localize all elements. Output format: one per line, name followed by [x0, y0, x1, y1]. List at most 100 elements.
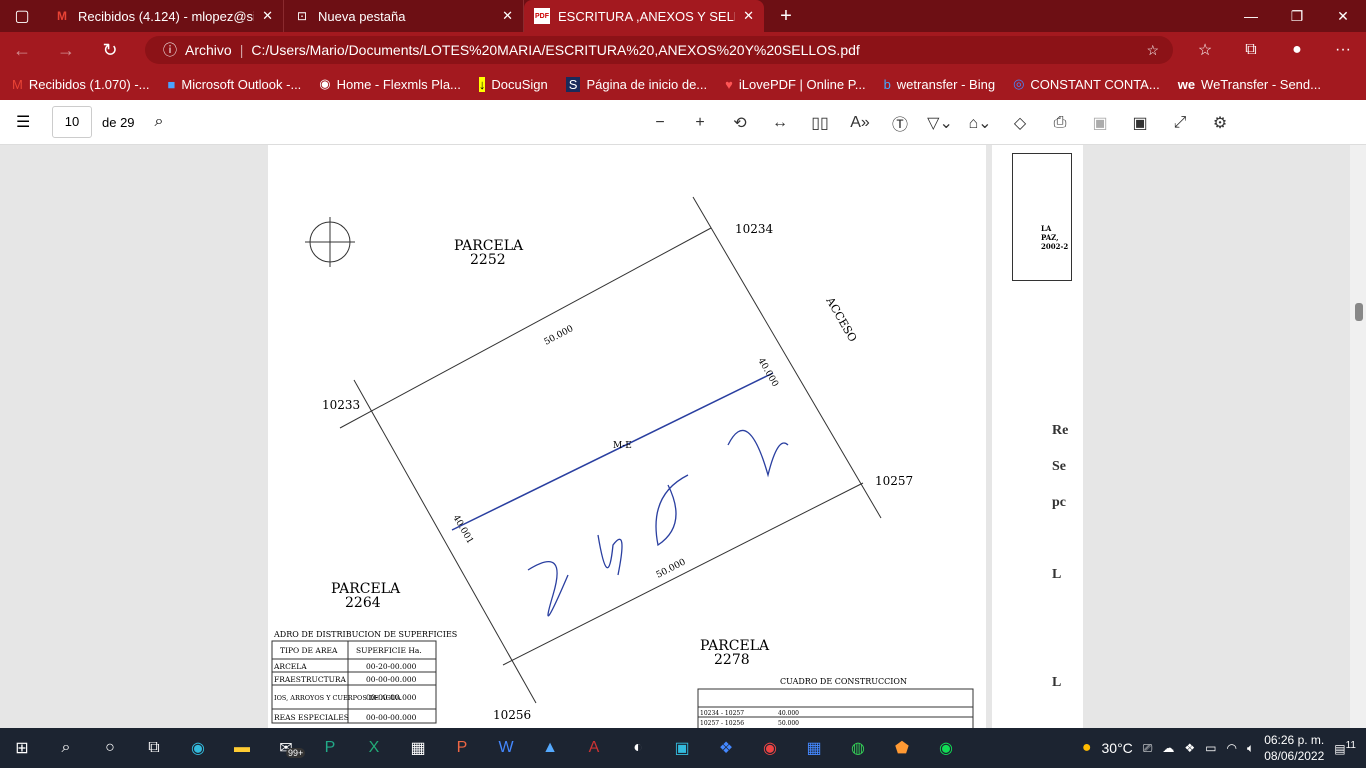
bookmark[interactable]: M Recibidos (1.070) -...	[12, 77, 150, 92]
bookmark[interactable]: S Página de inicio de...	[565, 76, 707, 92]
profile-avatar[interactable]: ●	[1274, 41, 1320, 59]
save-icon[interactable]: ▣	[1080, 113, 1120, 133]
docusign-icon: ↓	[478, 76, 486, 92]
text-icon[interactable]: Ⓣ	[880, 111, 920, 135]
new-tab-button[interactable]: +	[764, 5, 808, 28]
read-aloud-icon[interactable]: A»	[840, 114, 880, 132]
page-view-icon[interactable]: ▯▯	[800, 113, 840, 133]
bing-icon: b	[883, 76, 891, 92]
distance-label: 50.000	[655, 557, 688, 580]
network-app-icon[interactable]: ▣	[660, 738, 704, 758]
pdf-page-next: LA PAZ, 2002-2 Re Se pc L L	[992, 145, 1083, 728]
close-tab-icon[interactable]: ✕	[743, 8, 754, 24]
cortana-icon[interactable]: ○	[88, 739, 132, 757]
battery-icon[interactable]: ▭	[1205, 741, 1216, 755]
weather-icon[interactable]: ●	[1082, 739, 1092, 757]
parcel-number: 2252	[470, 252, 506, 268]
minimize-button[interactable]: —	[1228, 8, 1274, 25]
photos-icon[interactable]: ▲	[528, 739, 572, 757]
access-icon[interactable]: A	[572, 739, 616, 757]
spotify-icon[interactable]: ◉	[924, 738, 968, 758]
draw-icon[interactable]: ▽⌄	[920, 113, 960, 133]
refresh-button[interactable]: ↻	[88, 40, 132, 61]
file-explorer-icon[interactable]: ▬	[220, 739, 264, 757]
tab-actions-icon[interactable]: ▢	[0, 6, 44, 26]
close-tab-icon[interactable]: ✕	[502, 8, 513, 24]
chrome-icon[interactable]: ◉	[748, 738, 792, 758]
task-view-icon[interactable]: ⧉	[132, 739, 176, 757]
clock[interactable]: 06:26 p. m. 08/06/2022	[1264, 732, 1324, 764]
search-icon[interactable]: ⌕	[155, 113, 164, 131]
boundary-line	[339, 227, 712, 429]
table-cell: ARCELA	[273, 662, 307, 671]
volume-icon[interactable]: 🔈︎	[1247, 741, 1254, 756]
print-icon[interactable]: ⎙	[1040, 114, 1080, 132]
calculator-icon[interactable]: ▦	[396, 738, 440, 758]
vertical-scrollbar[interactable]	[1350, 145, 1366, 728]
dropbox-icon[interactable]: ❖	[704, 738, 748, 758]
back-button[interactable]: ←	[0, 40, 44, 61]
excel-icon[interactable]: X	[352, 739, 396, 757]
whatsapp-icon[interactable]: ◍	[836, 738, 880, 758]
settings-icon[interactable]: ⚙	[1200, 113, 1240, 133]
table-cell: 00-00-00.000	[366, 713, 417, 722]
maximize-button[interactable]: ❐	[1274, 8, 1320, 25]
bookmark[interactable]: ◉ Home - Flexmls Pla...	[319, 76, 461, 92]
save-as-icon[interactable]: ▣	[1120, 113, 1160, 133]
info-icon[interactable]: ⓘ	[163, 40, 177, 60]
close-tab-icon[interactable]: ✕	[262, 8, 273, 24]
access-label: ACCESO	[823, 294, 859, 344]
meet-now-icon[interactable]: ⎚	[1143, 741, 1153, 756]
search-icon[interactable]: ⌕	[44, 739, 88, 757]
favorites-icon[interactable]: ☆	[1182, 40, 1228, 60]
tab-bar: ▢ M Recibidos (4.124) - mlopez@sirlo ✕ ⊡ Nu…	[0, 0, 1366, 32]
bookmark[interactable]: b wetransfer - Bing	[884, 77, 996, 92]
zoom-out-icon[interactable]: −	[640, 114, 680, 132]
onedrive-icon[interactable]: ☁	[1162, 741, 1174, 755]
scrollbar-thumb[interactable]	[1355, 303, 1363, 321]
bookmark[interactable]: ↓ DocuSign	[478, 76, 548, 92]
powerpoint-icon[interactable]: P	[440, 739, 484, 757]
fullscreen-icon[interactable]: ⤢	[1160, 114, 1200, 132]
forward-button[interactable]: →	[44, 40, 88, 61]
wifi-icon[interactable]: ◠	[1227, 741, 1237, 755]
publisher-icon[interactable]: P	[308, 739, 352, 757]
calendar-icon[interactable]: ▦	[792, 738, 836, 758]
flexmls-icon: ◉	[319, 76, 331, 91]
page-number-input[interactable]: 10	[52, 106, 92, 138]
table-header: TIPO DE AREA	[280, 646, 338, 655]
fit-width-icon[interactable]: ↔	[760, 114, 800, 132]
word-icon[interactable]: W	[484, 739, 528, 757]
gmail-icon: M	[12, 76, 23, 92]
bookmark[interactable]: we WeTransfer - Send...	[1178, 77, 1321, 92]
vpn-icon[interactable]: ⬟	[880, 738, 924, 758]
app-icon[interactable]: ◐	[616, 739, 660, 757]
seal-stamp: LA PAZ, 2002-2	[1012, 153, 1072, 281]
rotate-icon[interactable]: ⟲	[720, 113, 760, 133]
bookmark[interactable]: ◎ CONSTANT CONTA...	[1013, 76, 1160, 92]
tab-gmail[interactable]: M Recibidos (4.124) - mlopez@sirlo ✕	[44, 0, 284, 32]
zoom-in-icon[interactable]: +	[680, 114, 720, 132]
bookmarks-bar: M Recibidos (1.070) -... ■ Microsoft Outlo…	[0, 68, 1366, 100]
signature	[527, 429, 789, 617]
add-favorite-icon[interactable]: ☆	[1146, 42, 1159, 59]
erase-icon[interactable]: ◇	[1000, 113, 1040, 133]
edge-icon[interactable]: ◉	[176, 738, 220, 758]
notifications-icon[interactable]: ▤11	[1334, 740, 1356, 756]
tab-new[interactable]: ⊡ Nueva pestaña ✕	[284, 0, 524, 32]
bookmark[interactable]: ■ Microsoft Outlook -...	[168, 77, 302, 92]
dropbox-tray-icon[interactable]: ❖	[1184, 741, 1195, 755]
highlight-icon[interactable]: ⌂⌄	[960, 113, 1000, 133]
point-label: 10233	[322, 398, 360, 412]
more-menu-icon[interactable]: ···	[1320, 41, 1366, 59]
collections-icon[interactable]: ⧉	[1228, 41, 1274, 59]
close-window-button[interactable]: ✕	[1320, 8, 1366, 25]
weather-temp[interactable]: 30°C	[1102, 740, 1133, 756]
mail-icon[interactable]: ✉ 99+	[264, 738, 308, 758]
start-button[interactable]: ⊞	[0, 738, 44, 758]
url-field[interactable]: ⓘ Archivo | C:/Users/Mario/Documents/LOT…	[145, 36, 1173, 64]
tab-pdf[interactable]: PDFESCRITURA ,ANEXOS Y SELLOS.p✕	[524, 0, 764, 32]
taskbar: ⊞ ⌕ ○ ⧉ ◉ ▬ ✉ 99+ P X ▦ P W ▲ A ◐ ▣ ❖ ◉ ▦…	[0, 728, 1366, 768]
bookmark[interactable]: ♥ iLovePDF | Online P...	[725, 77, 865, 92]
contents-icon[interactable]: ☰	[16, 112, 30, 132]
